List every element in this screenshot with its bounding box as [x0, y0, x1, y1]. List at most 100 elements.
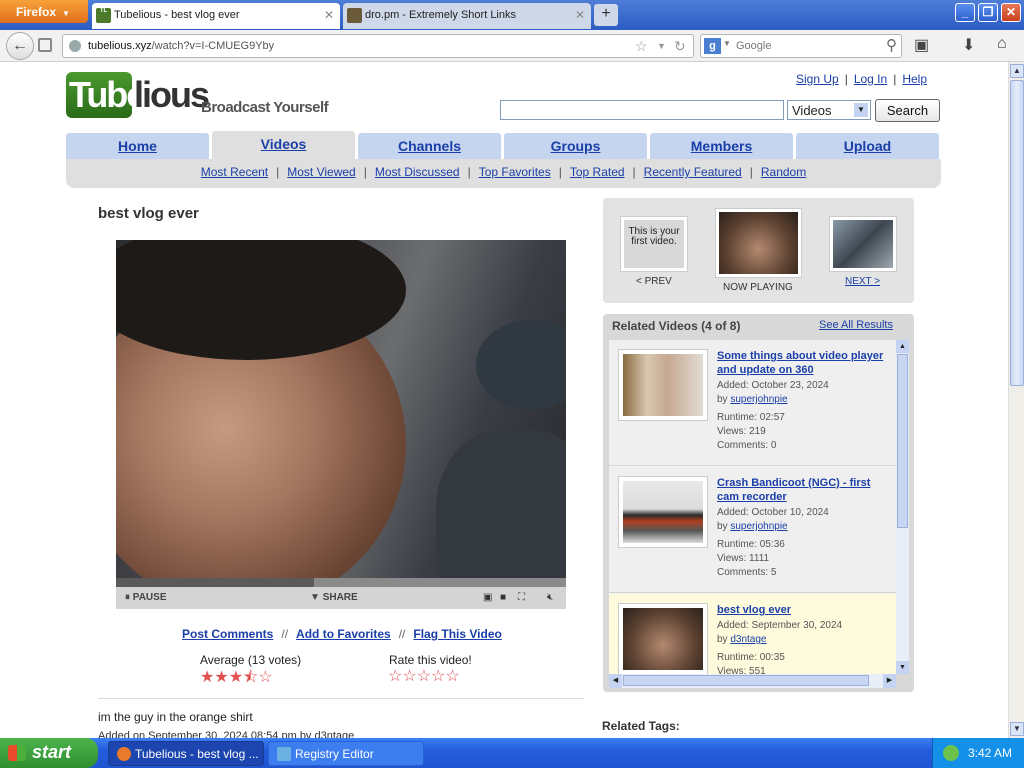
sign-up-link[interactable]: Sign Up [796, 72, 839, 86]
tab-videos-label[interactable]: Videos [261, 136, 307, 152]
tab-videos[interactable]: Videos [212, 131, 355, 159]
see-all-results-link[interactable]: See All Results [819, 319, 893, 331]
prev-label[interactable]: < PREV [636, 276, 672, 287]
related-user-link[interactable]: superjohnpie [730, 521, 787, 532]
back-button[interactable]: ← [6, 32, 34, 60]
url-bar[interactable]: tubelious.xyz/watch?v=I-CMUEG9Yby ☆ ▼ ↻ [62, 34, 694, 58]
rate-star-icon[interactable]: ☆ [402, 668, 416, 685]
close-tab-icon[interactable]: ✕ [324, 8, 334, 22]
tab-groups-label[interactable]: Groups [551, 138, 601, 154]
related-title[interactable]: best vlog ever [717, 603, 887, 617]
new-tab-button[interactable]: + [594, 4, 618, 26]
seek-bar[interactable] [116, 578, 566, 587]
related-user-link[interactable]: superjohnpie [730, 394, 787, 405]
related-list[interactable]: Some things about video player and updat… [609, 340, 896, 674]
subnav-most-discussed[interactable]: Most Discussed [375, 165, 460, 179]
related-horizontal-scrollbar[interactable]: ◀ ▶ [609, 674, 896, 688]
page-scrollbar[interactable]: ▲ ▼ [1008, 62, 1024, 738]
tab-dropm[interactable]: dro.pm - Extremely Short Links ✕ [343, 3, 591, 29]
related-title[interactable]: Some things about video player and updat… [717, 349, 887, 377]
search-button[interactable]: Search [875, 99, 940, 122]
fullscreen-icon[interactable]: ⛶ [518, 592, 525, 603]
start-button[interactable]: start [0, 738, 98, 768]
scroll-down-icon[interactable]: ▼ [1010, 722, 1024, 736]
page-grid-icon[interactable] [38, 38, 52, 52]
tab-members[interactable]: Members [650, 133, 793, 159]
pause-button[interactable]: ⏸ PAUSE [125, 592, 167, 603]
taskbar-item-registry-editor[interactable]: Registry Editor [268, 741, 424, 766]
tray-app-icon[interactable] [943, 745, 959, 761]
scroll-right-icon[interactable]: ▶ [883, 674, 896, 688]
firefox-menu-button[interactable]: Firefox ▼ [0, 0, 88, 23]
subnav-random[interactable]: Random [761, 165, 806, 179]
subnav-most-recent[interactable]: Most Recent [201, 165, 268, 179]
tab-upload[interactable]: Upload [796, 133, 939, 159]
tab-channels-label[interactable]: Channels [398, 138, 461, 154]
site-search-input[interactable] [500, 100, 784, 120]
home-icon[interactable]: ⌂ [997, 35, 1007, 53]
scroll-left-icon[interactable]: ◀ [609, 674, 622, 688]
google-icon[interactable]: g [704, 38, 721, 54]
volume-icon[interactable]: 🔇︎ [547, 592, 553, 603]
related-user-link[interactable]: d3ntage [730, 634, 766, 645]
dropdown-arrow-icon[interactable]: ▼ [657, 41, 666, 51]
related-title[interactable]: Crash Bandicoot (NGC) - first cam record… [717, 476, 887, 504]
log-in-link[interactable]: Log In [854, 72, 887, 86]
downloads-icon[interactable]: ⬇ [962, 35, 975, 55]
subnav-top-favorites[interactable]: Top Favorites [479, 165, 551, 179]
add-to-favorites-link[interactable]: Add to Favorites [296, 627, 391, 641]
share-button[interactable]: ▼ SHARE [310, 592, 358, 603]
scroll-up-icon[interactable]: ▲ [896, 340, 909, 353]
search-icon[interactable]: ⚲ [886, 36, 897, 54]
subnav-most-viewed[interactable]: Most Viewed [287, 165, 355, 179]
rate-star-icon[interactable]: ☆ [417, 668, 431, 685]
scroll-up-icon[interactable]: ▲ [1010, 64, 1024, 78]
subnav-top-rated[interactable]: Top Rated [570, 165, 625, 179]
reload-icon[interactable]: ↻ [674, 38, 686, 55]
list-item[interactable]: best vlog ever Added: September 30, 2024… [609, 594, 896, 674]
small-size-icon[interactable]: ▣ [483, 592, 492, 603]
scroll-thumb[interactable] [623, 675, 869, 686]
close-window-button[interactable]: ✕ [1001, 3, 1021, 22]
minimize-button[interactable]: _ [955, 3, 975, 22]
subnav-recently-featured[interactable]: Recently Featured [644, 165, 742, 179]
url-text[interactable]: tubelious.xyz/watch?v=I-CMUEG9Yby [88, 40, 274, 52]
post-comments-link[interactable]: Post Comments [182, 627, 273, 641]
list-item[interactable]: Crash Bandicoot (NGC) - first cam record… [609, 467, 896, 593]
next-link[interactable]: NEXT > [845, 276, 880, 287]
tab-members-label[interactable]: Members [691, 138, 752, 154]
list-item[interactable]: Some things about video player and updat… [609, 340, 896, 466]
taskbar-item-firefox[interactable]: Tubelious - best vlog ... [108, 741, 264, 766]
bookmarks-menu-icon[interactable]: ▣ [914, 35, 929, 55]
scroll-thumb[interactable] [897, 354, 908, 528]
scroll-down-icon[interactable]: ▼ [896, 661, 909, 674]
related-vertical-scrollbar[interactable]: ▲ ▼ [896, 340, 909, 674]
rate-star-icon[interactable]: ☆ [388, 668, 402, 685]
scroll-thumb[interactable] [1010, 80, 1024, 386]
search-engine-dropdown-icon[interactable]: ▼ [723, 39, 731, 48]
rate-star-icon[interactable]: ☆ [445, 668, 459, 685]
tab-upload-label[interactable]: Upload [844, 138, 891, 154]
close-tab-icon[interactable]: ✕ [575, 8, 585, 22]
browser-search-bar[interactable]: g ▼ Google ⚲ [700, 34, 902, 58]
related-thumbnail[interactable] [618, 603, 708, 674]
flag-video-link[interactable]: Flag This Video [413, 627, 501, 641]
help-link[interactable]: Help [902, 72, 927, 86]
tab-home-label[interactable]: Home [118, 138, 157, 154]
video-player[interactable] [116, 240, 566, 578]
prev-video-thumbnail[interactable]: This is your first video. [620, 216, 688, 272]
tab-channels[interactable]: Channels [358, 133, 501, 159]
related-thumbnail[interactable] [618, 349, 708, 421]
rate-star-icon[interactable]: ☆ [431, 668, 445, 685]
bookmark-star-icon[interactable]: ☆ [635, 38, 648, 55]
large-size-icon[interactable]: ■ [500, 592, 506, 603]
rate-video-stars[interactable]: ☆☆☆☆☆ [388, 666, 460, 686]
maximize-button[interactable]: ❐ [978, 3, 998, 22]
search-category-select[interactable]: Videos ▼ [787, 100, 871, 120]
tab-home[interactable]: Home [66, 133, 209, 159]
tubelious-logo[interactable]: Tube lious [66, 72, 210, 118]
next-video-thumbnail[interactable] [829, 216, 897, 272]
related-thumbnail[interactable] [618, 476, 708, 548]
tab-groups[interactable]: Groups [504, 133, 647, 159]
tab-tubelious[interactable]: TL Tubelious - best vlog ever ✕ [92, 3, 340, 29]
